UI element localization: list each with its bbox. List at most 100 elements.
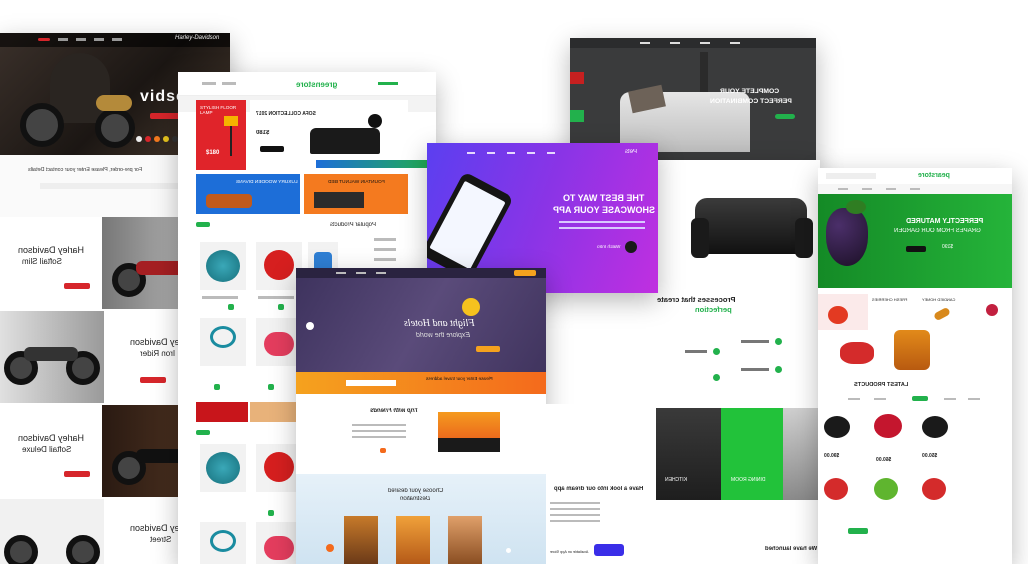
nav-item[interactable] — [730, 42, 740, 44]
filter-tab[interactable] — [848, 398, 860, 400]
slider-prev[interactable] — [326, 544, 334, 552]
strawberry-image[interactable] — [824, 478, 848, 500]
grocery-logo[interactable]: pearstore — [918, 172, 950, 180]
add-to-cart-button[interactable] — [214, 384, 220, 390]
filter-tab[interactable] — [968, 398, 980, 400]
app-store-button[interactable] — [594, 544, 624, 556]
strawberry-image[interactable] — [922, 478, 946, 500]
nav-item[interactable] — [376, 272, 386, 274]
tile-dark-room[interactable]: KITCHEN — [655, 408, 721, 500]
item-button[interactable] — [140, 377, 166, 383]
add-to-cart-button[interactable] — [268, 384, 274, 390]
color-swatch-white[interactable] — [136, 136, 142, 142]
nav-item[interactable] — [886, 188, 896, 190]
category-tab[interactable] — [196, 222, 210, 227]
vase-image — [700, 52, 708, 92]
nav-item[interactable] — [700, 42, 710, 44]
app-look-text — [550, 514, 600, 516]
app-look-text — [550, 508, 600, 510]
blackberries-image[interactable] — [824, 416, 850, 438]
promo-walnut-bed[interactable]: FOUNTAIN WALNUT BED — [304, 174, 408, 214]
category-link[interactable] — [374, 248, 396, 251]
nav-active-item[interactable] — [38, 38, 50, 41]
travel-hero: Flight and Hotels Explore the world — [296, 278, 546, 372]
nav-item[interactable] — [910, 188, 920, 190]
promo-tomatoes[interactable] — [818, 294, 868, 330]
add-to-cart-button[interactable] — [228, 304, 234, 310]
nav-item[interactable] — [862, 188, 872, 190]
search-box[interactable] — [826, 173, 876, 179]
side-thumbnail-red[interactable] — [570, 72, 584, 84]
mini-banner-red[interactable] — [196, 402, 248, 422]
nav-item[interactable] — [547, 152, 555, 154]
nav-item[interactable] — [112, 38, 122, 41]
destination-thumb[interactable] — [344, 516, 378, 564]
hero-green-button[interactable] — [775, 114, 795, 119]
nav-item[interactable] — [94, 38, 104, 41]
item-button[interactable] — [64, 471, 90, 477]
nav-item[interactable] — [58, 38, 68, 41]
product-acapulco-chair[interactable] — [200, 318, 246, 366]
promo-honey[interactable]: CANDIED HONEY — [918, 294, 974, 330]
promo-raspberry[interactable] — [976, 294, 1012, 330]
nav-item[interactable] — [670, 42, 680, 44]
filter-tab[interactable] — [874, 398, 886, 400]
lime-image[interactable] — [874, 478, 898, 500]
side-thumbnail-green[interactable] — [570, 110, 584, 122]
nav-item[interactable] — [336, 272, 346, 274]
destination-thumb[interactable] — [448, 516, 482, 564]
contact-input[interactable] — [40, 183, 190, 189]
travel-logo[interactable] — [514, 270, 536, 276]
promo-strawberry-row[interactable] — [818, 334, 888, 372]
nav-item[interactable] — [640, 42, 650, 44]
nav-item[interactable] — [467, 152, 475, 154]
category-link[interactable] — [374, 258, 396, 261]
nav-item[interactable] — [356, 272, 366, 274]
mini-banner-orange[interactable] — [250, 402, 302, 422]
filter-tab[interactable] — [944, 398, 956, 400]
nav-item[interactable] — [76, 38, 86, 41]
category-link[interactable] — [374, 238, 396, 241]
search-input[interactable] — [346, 380, 396, 386]
shop-now-button[interactable] — [260, 146, 284, 152]
nav-item[interactable] — [527, 152, 535, 154]
lamp-shade-icon — [224, 116, 238, 126]
tile-room-photo[interactable] — [783, 408, 820, 500]
header-link[interactable] — [222, 82, 236, 85]
store-logo[interactable]: greenstore — [296, 80, 337, 89]
filter-tab-active[interactable] — [912, 396, 928, 401]
category-tab[interactable] — [196, 430, 210, 435]
add-to-cart-button[interactable] — [278, 304, 284, 310]
product-acapulco-chair[interactable] — [200, 522, 246, 564]
promo-wooden-divans[interactable]: LUXURY WOODEN DIVANS — [196, 174, 300, 214]
color-swatch-red[interactable] — [145, 136, 151, 142]
product-beanbag[interactable] — [200, 444, 246, 492]
load-more-button[interactable] — [848, 528, 868, 534]
hero-cta-button[interactable] — [476, 346, 500, 352]
color-swatch-yellow[interactable] — [163, 136, 169, 142]
body-button[interactable] — [380, 448, 386, 453]
promo-floor-lamp[interactable]: STYLISH FLOOR LAMP $180 — [196, 100, 246, 170]
app-logo[interactable]: Pets — [625, 149, 637, 156]
hero-nav — [570, 38, 816, 48]
product-beanbag[interactable] — [200, 242, 246, 290]
color-swatch-orange[interactable] — [154, 136, 160, 142]
nav-item[interactable] — [838, 188, 848, 190]
add-to-cart-button[interactable] — [268, 510, 274, 516]
blackberries-image[interactable] — [922, 416, 948, 438]
promo-cherries[interactable]: FRESH CHERRIES — [870, 294, 916, 330]
raspberries-image[interactable] — [874, 414, 902, 438]
play-icon[interactable] — [625, 241, 637, 253]
nav-item[interactable] — [507, 152, 515, 154]
nav-item[interactable] — [487, 152, 495, 154]
slider-arrow[interactable] — [306, 322, 314, 330]
slider-next[interactable] — [506, 548, 511, 553]
hero-buy-button[interactable] — [906, 246, 926, 252]
step-dot — [713, 374, 720, 381]
header-link[interactable] — [378, 82, 398, 85]
tile-dining-room[interactable]: DINING ROOM — [721, 408, 783, 500]
watch-intro-link[interactable]: Watch Intro — [597, 244, 620, 249]
header-link[interactable] — [202, 82, 216, 85]
item-button[interactable] — [64, 283, 90, 289]
destination-thumb[interactable] — [396, 516, 430, 564]
